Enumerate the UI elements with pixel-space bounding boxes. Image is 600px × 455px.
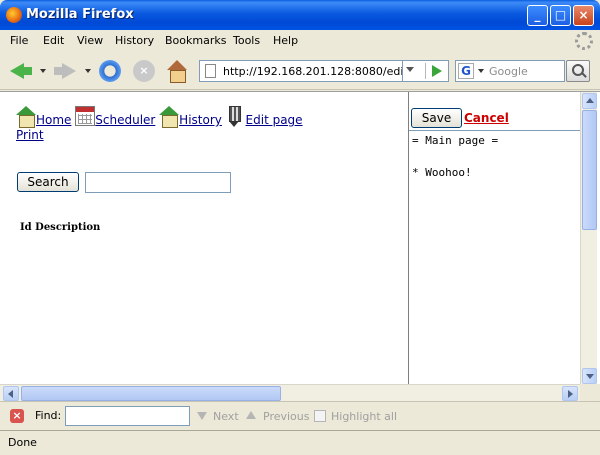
google-engine-icon[interactable]: G — [458, 63, 474, 79]
menu-bar: File Edit View History Bookmarks Tools H… — [0, 30, 600, 52]
menu-tools[interactable]: Tools — [233, 34, 260, 47]
menu-history[interactable]: History — [115, 34, 154, 47]
scroll-down-arrow-icon[interactable] — [582, 368, 597, 384]
scrollbar-corner — [580, 384, 600, 401]
close-button[interactable]: × — [573, 5, 594, 26]
find-input[interactable] — [65, 406, 190, 426]
engine-dropdown-icon[interactable] — [478, 69, 484, 73]
page-icon — [205, 64, 216, 78]
status-bar: Done — [0, 430, 600, 455]
search-button[interactable]: Search — [17, 172, 79, 192]
minimize-button[interactable]: _ — [527, 5, 548, 26]
maximize-button[interactable]: □ — [550, 5, 571, 26]
url-separator — [402, 61, 403, 81]
find-next-button[interactable]: Next — [213, 410, 239, 423]
back-arrow-icon[interactable] — [10, 60, 32, 82]
history-link[interactable]: History — [179, 113, 222, 127]
page-nav-links: Home Scheduler History Edit page Print — [16, 106, 316, 143]
status-text: Done — [8, 436, 37, 449]
menu-view[interactable]: View — [77, 34, 103, 47]
find-bar: × Find: Next Previous Highlight all — [0, 401, 600, 429]
highlight-all-button[interactable]: Highlight all — [331, 410, 397, 423]
go-arrow-icon[interactable] — [425, 63, 445, 79]
home-link[interactable]: Home — [36, 113, 71, 127]
menu-help[interactable]: Help — [273, 34, 298, 47]
window-title: Mozilla Firefox — [26, 7, 134, 22]
scroll-up-arrow-icon[interactable] — [582, 93, 597, 109]
scroll-left-arrow-icon[interactable] — [3, 386, 19, 401]
scroll-right-arrow-icon[interactable] — [562, 386, 578, 401]
print-link[interactable]: Print — [16, 128, 44, 142]
search-placeholder[interactable]: Google — [489, 65, 528, 78]
horizontal-scroll-thumb[interactable] — [21, 386, 281, 401]
table-header: Id Description — [20, 222, 101, 233]
find-close-icon[interactable]: × — [10, 409, 24, 423]
forward-arrow-icon[interactable] — [54, 60, 76, 82]
forward-history-dropdown-icon[interactable] — [85, 69, 91, 73]
calendar-icon — [75, 106, 96, 126]
pencil-icon — [226, 106, 242, 127]
find-previous-button[interactable]: Previous — [263, 410, 310, 423]
highlight-icon[interactable] — [314, 410, 326, 422]
url-bar[interactable]: http://192.168.201.128:8080/edit?p — [199, 60, 449, 82]
search-magnifier-icon[interactable] — [566, 60, 590, 82]
left-pane: Home Scheduler History Edit page Print S… — [0, 92, 408, 384]
menu-edit[interactable]: Edit — [43, 34, 64, 47]
home-house-icon — [16, 106, 36, 128]
throbber-icon — [575, 32, 593, 50]
web-search-box[interactable]: G Google — [455, 60, 565, 82]
menu-file[interactable]: File — [10, 34, 28, 47]
title-bar: Mozilla Firefox _ □ × — [0, 0, 600, 30]
scheduler-link[interactable]: Scheduler — [95, 113, 155, 127]
stop-icon[interactable]: × — [133, 60, 155, 82]
menu-bookmarks[interactable]: Bookmarks — [165, 34, 226, 47]
cancel-link[interactable]: Cancel — [464, 111, 509, 125]
find-previous-arrow-icon[interactable] — [245, 410, 257, 422]
home-icon[interactable] — [166, 60, 188, 83]
save-button[interactable]: Save — [411, 108, 462, 128]
firefox-logo-icon — [6, 7, 22, 23]
find-next-arrow-icon[interactable] — [196, 410, 208, 422]
vertical-scrollbar[interactable] — [580, 92, 597, 384]
reload-icon[interactable] — [99, 60, 121, 82]
edit-pane: Save Cancel = Main page = * Woohoo! — [408, 92, 581, 384]
search-input[interactable] — [85, 172, 231, 193]
url-text[interactable]: http://192.168.201.128:8080/edit?p — [223, 65, 403, 78]
navigation-toolbar: × http://192.168.201.128:8080/edit?p G G… — [0, 52, 600, 90]
horizontal-scrollbar[interactable] — [0, 384, 580, 401]
find-label: Find: — [35, 409, 62, 422]
back-history-dropdown-icon[interactable] — [40, 69, 46, 73]
page-content: Home Scheduler History Edit page Print S… — [0, 91, 600, 384]
wiki-editor-textarea[interactable]: = Main page = * Woohoo! — [409, 130, 581, 384]
edit-page-link[interactable]: Edit page — [246, 113, 303, 127]
vertical-scroll-thumb[interactable] — [582, 110, 597, 230]
url-dropdown-icon[interactable] — [406, 67, 414, 72]
history-house-icon — [159, 106, 180, 128]
